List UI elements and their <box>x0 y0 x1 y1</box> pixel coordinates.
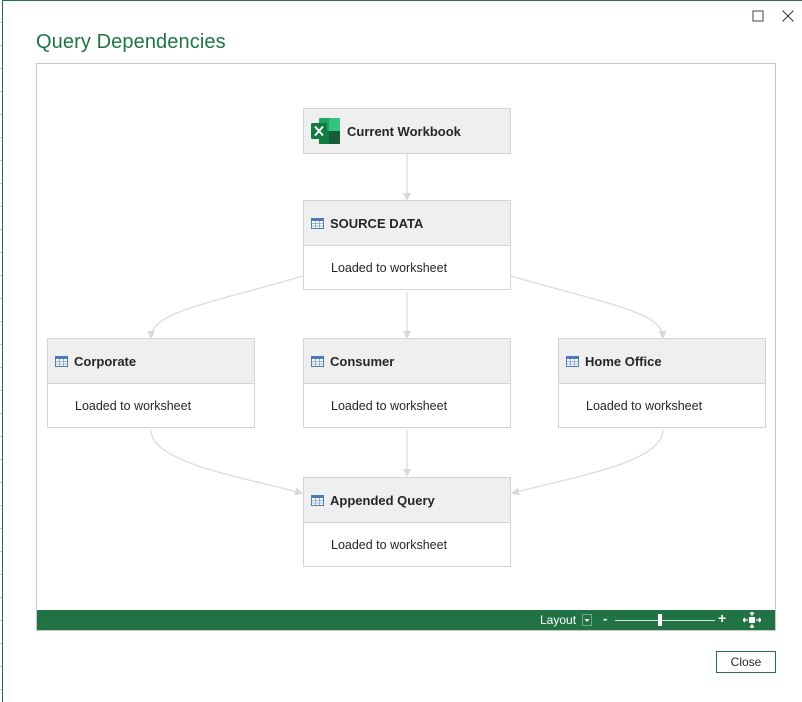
node-title: Appended Query <box>330 492 435 508</box>
background-sheet-edge <box>0 0 2 702</box>
edge-source-to-home-office <box>510 275 667 339</box>
node-corporate[interactable]: Corporate Loaded to worksheet <box>47 338 255 428</box>
node-status: Loaded to worksheet <box>304 522 510 566</box>
node-current-workbook[interactable]: Current Workbook <box>303 108 511 154</box>
layout-menu-label[interactable]: Layout <box>540 613 576 627</box>
node-title: Current Workbook <box>347 123 461 139</box>
table-icon <box>566 355 579 367</box>
node-title: Corporate <box>74 353 137 369</box>
maximize-icon[interactable] <box>749 7 767 25</box>
node-title: SOURCE DATA <box>330 215 424 231</box>
node-title: Consumer <box>330 353 395 369</box>
zoom-slider-thumb[interactable] <box>658 614 662 626</box>
table-icon <box>311 217 324 229</box>
layout-dropdown-icon[interactable] <box>582 614 592 626</box>
edge-home-office-to-appended <box>511 429 664 496</box>
query-dependencies-dialog: Query Dependencies Current Workbook SOUR… <box>2 0 802 702</box>
fit-to-screen-icon[interactable] <box>743 612 761 628</box>
table-icon <box>311 355 324 367</box>
node-appended-query[interactable]: Appended Query Loaded to worksheet <box>303 477 511 567</box>
edge-corporate-to-appended <box>150 429 303 496</box>
node-consumer[interactable]: Consumer Loaded to worksheet <box>303 338 511 428</box>
node-status: Loaded to worksheet <box>48 383 254 427</box>
node-status: Loaded to worksheet <box>304 383 510 427</box>
zoom-in-button[interactable]: + <box>718 610 726 626</box>
close-icon[interactable] <box>779 7 797 25</box>
dialog-title: Query Dependencies <box>36 31 226 53</box>
canvas-statusbar: Layout - + <box>37 610 775 630</box>
node-status: Loaded to worksheet <box>559 383 765 427</box>
dependency-canvas[interactable]: Current Workbook SOURCE DATA Loaded to w… <box>36 63 776 631</box>
node-source-data[interactable]: SOURCE DATA Loaded to worksheet <box>303 200 511 290</box>
excel-icon <box>311 118 340 144</box>
zoom-slider-track[interactable] <box>615 620 715 621</box>
zoom-out-button[interactable]: - <box>603 611 607 626</box>
table-icon <box>55 355 68 367</box>
node-home-office[interactable]: Home Office Loaded to worksheet <box>558 338 766 428</box>
node-title: Home Office <box>585 353 662 369</box>
table-icon <box>311 494 324 506</box>
close-button[interactable]: Close <box>716 651 776 673</box>
node-status: Loaded to worksheet <box>304 245 510 289</box>
edge-source-to-corporate <box>147 275 304 339</box>
